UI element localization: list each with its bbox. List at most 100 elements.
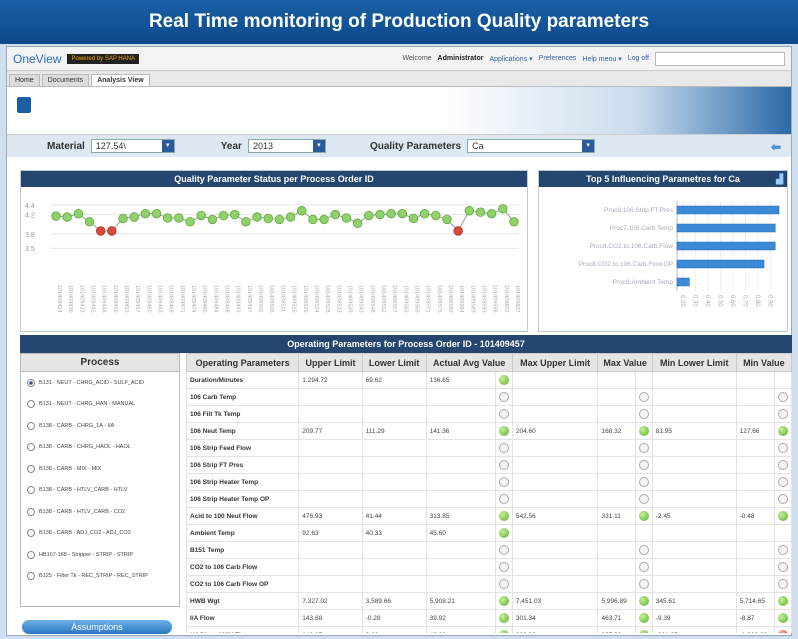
status-dot bbox=[638, 409, 649, 419]
process-item[interactable]: B138 - CARB - HTLV_CARB - CO2 bbox=[21, 501, 179, 523]
column-header[interactable]: Min Lower Limit bbox=[651, 353, 737, 372]
value-cell bbox=[597, 490, 636, 508]
value-cell: -9.39 bbox=[651, 609, 737, 627]
table-row[interactable]: Acid to 100 Neut Flow 476.93 41.44 313.85 54… bbox=[186, 507, 792, 525]
radio-button[interactable] bbox=[27, 464, 35, 473]
parameter-name: B151 Temp bbox=[186, 541, 300, 559]
bar-label: Proc8.CO2.to.106.Carb.Flow.OP bbox=[579, 261, 673, 268]
table-row[interactable]: CO2 to 106 Carb Flow OP bbox=[186, 575, 792, 593]
radio-button[interactable] bbox=[27, 529, 35, 538]
radio-button[interactable] bbox=[27, 378, 35, 387]
process-item[interactable]: B131 - NEUT - CHRG_ACID - SULF_ACID bbox=[21, 372, 179, 394]
column-header[interactable]: Min Value bbox=[735, 353, 792, 372]
value-cell bbox=[735, 490, 776, 508]
process-item[interactable]: B131 - NEUT - CHRG_HAN - MANUAL bbox=[21, 394, 179, 416]
data-point bbox=[95, 226, 106, 236]
process-label: B138 - CARB - MIX - MIX bbox=[39, 465, 102, 472]
status-cell bbox=[494, 558, 513, 576]
table-row[interactable]: Ambient Temp 92.63 40.33 45.60 bbox=[186, 524, 792, 542]
process-item[interactable]: HB167-168 - Stripper - STRIP - STRIP bbox=[21, 544, 179, 566]
chart2-title: Top 5 Influencing Parametres for Ca ▟ bbox=[539, 171, 787, 187]
x-tick-label: 101409506 bbox=[268, 285, 274, 313]
value-cell bbox=[735, 405, 776, 423]
x-tick-label: 101409571 bbox=[425, 285, 431, 313]
quality-status-chart: 4.4 4.2 3.8 3.5 101409424 101409430 101409433 1… bbox=[25, 203, 520, 313]
radio-button[interactable] bbox=[27, 400, 35, 409]
tab-documents[interactable]: Documents bbox=[41, 74, 90, 86]
process-item[interactable]: B138 - CARB - HTLV_CARB - HTLV bbox=[21, 480, 179, 502]
material-select[interactable]: 127.54\ ▾ bbox=[90, 139, 175, 153]
value-cell bbox=[597, 456, 636, 474]
table-row[interactable]: 106 Neut Temp 209.77 111.29 141.36 204.60 168… bbox=[186, 422, 792, 440]
table-row[interactable]: 106 Filt Tk Temp bbox=[186, 405, 792, 423]
data-point bbox=[397, 208, 407, 219]
preferences-link[interactable]: Preferences bbox=[539, 55, 577, 62]
parameter-name: HWB Wgt bbox=[186, 592, 300, 610]
process-item[interactable]: B138 - CARB - CHRG_HAOL - HAOL bbox=[21, 437, 179, 459]
radio-button[interactable] bbox=[27, 507, 35, 516]
process-label: B131 - NEUT - CHRG_ACID - SULF_ACID bbox=[39, 379, 145, 386]
value-cell bbox=[651, 541, 737, 559]
table-row[interactable]: 106 Strip Feed Flow bbox=[186, 439, 792, 457]
value-cell bbox=[597, 439, 636, 457]
quality-parameters-select[interactable]: Ca ▾ bbox=[467, 139, 596, 153]
table-row[interactable]: 106 Strip Heater Temp bbox=[186, 473, 792, 491]
search-input[interactable] bbox=[655, 51, 785, 66]
status-cell bbox=[494, 422, 513, 440]
value-cell: 111.29 bbox=[361, 422, 427, 440]
radio-button[interactable] bbox=[27, 550, 35, 559]
radio-button[interactable] bbox=[27, 486, 35, 495]
back-arrow-icon[interactable]: ⬅ bbox=[771, 140, 781, 154]
table-row[interactable]: 106 Strip FT Pres bbox=[186, 456, 792, 474]
chart-type-icon[interactable]: ▟ bbox=[776, 171, 783, 187]
status-cell bbox=[634, 439, 653, 457]
column-header[interactable]: Actual Avg Value bbox=[425, 353, 513, 372]
log-off-link[interactable]: Log off bbox=[628, 55, 649, 62]
process-item[interactable]: B138 - CARB - MIX - MIX bbox=[21, 458, 179, 480]
process-list: Process B131 - NEUT - CHRG_ACID - SULF_A… bbox=[20, 353, 180, 607]
table-row[interactable]: HAOL to 108X Flow146.250.0046.82 360.3632… bbox=[186, 626, 792, 633]
table-row[interactable]: I/A Flow 143.68 -0.28 39.92 301.34 463.71 -9.3… bbox=[186, 609, 792, 627]
table-row[interactable]: 106 Carb Temp bbox=[186, 388, 792, 406]
value-cell: 204.60 bbox=[511, 422, 599, 440]
value-cell: 360.36 bbox=[511, 626, 599, 633]
table-row[interactable]: B151 Temp bbox=[186, 541, 792, 559]
table-row[interactable]: Duration/Minutes 1,294.72 69.62 136.65 bbox=[186, 371, 792, 389]
status-dot bbox=[498, 392, 509, 402]
chart1-title: Quality Parameter Status per Process Ord… bbox=[21, 171, 527, 187]
column-header[interactable]: Lower Limit bbox=[361, 353, 427, 372]
applications-link[interactable]: Applications ▾ bbox=[489, 55, 532, 63]
x-tick-label: 101409502 bbox=[257, 285, 263, 313]
radio-button[interactable] bbox=[27, 421, 35, 430]
column-header[interactable]: Max Upper Limit bbox=[511, 353, 599, 372]
value-cell bbox=[511, 439, 599, 457]
tab-analysis-view[interactable]: Analysis View bbox=[91, 74, 150, 86]
status-dot bbox=[778, 579, 788, 589]
status-cell bbox=[494, 609, 513, 627]
table-row[interactable]: HWB Wgt 7,327.02 3,589.66 5,908.21 7,451.03 5… bbox=[186, 592, 792, 610]
process-item[interactable]: B138 - CARB - CHRG_1A - I/A bbox=[21, 415, 179, 437]
column-header[interactable]: Max Value bbox=[597, 353, 653, 372]
process-item[interactable]: B138 - CARB - ADJ_CO2 - ADJ_CO2 bbox=[21, 523, 179, 545]
data-point bbox=[285, 212, 296, 222]
tab-home[interactable]: Home bbox=[9, 74, 40, 86]
value-cell: 141.36 bbox=[425, 422, 496, 440]
radio-button[interactable] bbox=[27, 443, 35, 452]
help-menu-link[interactable]: Help menu ▾ bbox=[582, 55, 621, 63]
assumptions-button[interactable]: Assumptions bbox=[22, 620, 172, 634]
table-row[interactable]: 106 Strip Heater Temp OP bbox=[186, 490, 792, 508]
x-tick-label: 101409450 bbox=[112, 285, 118, 313]
oneview-logo: OneView bbox=[13, 51, 62, 66]
value-cell bbox=[597, 524, 636, 542]
status-dot bbox=[498, 511, 509, 521]
process-item[interactable]: B125 - Filter Tk - REC_STRIP - REC_STRIP bbox=[21, 566, 179, 588]
x-tick-label: 101409580 bbox=[447, 285, 453, 313]
parameter-name: HAOL to 108X Flow bbox=[186, 626, 300, 633]
table-row[interactable]: CO2 to 106 Carb Flow bbox=[186, 558, 792, 576]
x-tick-label: 101409471 bbox=[179, 285, 185, 313]
column-header[interactable]: Operating Parameters bbox=[186, 353, 300, 372]
column-header[interactable]: Upper Limit bbox=[298, 353, 363, 372]
radio-button[interactable] bbox=[27, 572, 35, 581]
value-cell bbox=[511, 456, 599, 474]
year-select[interactable]: 2013 ▾ bbox=[247, 139, 326, 153]
